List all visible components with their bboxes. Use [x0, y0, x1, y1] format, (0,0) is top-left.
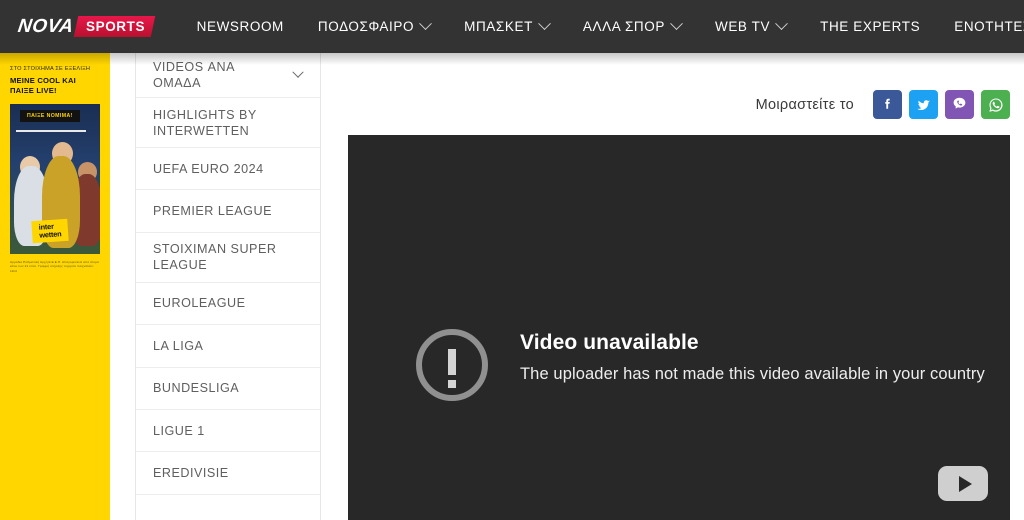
nav-item-the-experts[interactable]: THE EXPERTS: [803, 0, 937, 53]
video-player[interactable]: Video unavailable The uploader has not m…: [348, 135, 1010, 520]
nav-item-label: ΕΝΟΤΗΤΕΣ: [954, 19, 1024, 34]
nav-item-label: THE EXPERTS: [820, 19, 921, 34]
play-triangle-icon: [958, 475, 972, 492]
interwetten-logo: inter wetten: [31, 218, 69, 244]
ad-headline-small: ΣΤΟ ΣΤΟΙΧΗΜΑ ΣΕ ΕΞΕΛΙΞΗ: [10, 66, 91, 72]
ad-fineprint: Αρμόδια Ρυθμιστική Αρχή Ε.Ε.Ε.Π. Απαγορε…: [10, 260, 99, 273]
chevron-down-icon: [538, 17, 551, 31]
nav-item-podosfairo[interactable]: ΠΟΔΟΣΦΑΙΡΟ: [301, 0, 447, 53]
nav-item-label: ΜΠΑΣΚΕΤ: [464, 19, 533, 34]
sidebar-item-partial[interactable]: [136, 494, 320, 520]
nav-item-label: ΑΛΛΑ ΣΠΟΡ: [582, 19, 665, 34]
share-button-whatsapp[interactable]: [981, 90, 1010, 119]
nav-item-web-tv[interactable]: WEB TV: [698, 0, 803, 53]
sidebar-item-ligue-1[interactable]: LIGUE 1: [136, 409, 320, 453]
sidebar-item-bundesliga[interactable]: BUNDESLIGA: [136, 367, 320, 410]
facebook-icon: [885, 98, 890, 109]
share-row: Μοιραστείτε το: [756, 90, 1010, 119]
sidebar-item-label: PREMIER LEAGUE: [153, 204, 272, 219]
sidebar-category-menu: VIDEOS ΑΝΑ ΟΜΑΔΑ HIGHLIGHTS BY INTERWETT…: [135, 53, 321, 520]
sidebar-item-videos-ana-omada[interactable]: VIDEOS ΑΝΑ ΟΜΑΔΑ: [136, 53, 320, 98]
advertisement-banner-interwetten[interactable]: ΣΤΟ ΣΤΟΙΧΗΜΑ ΣΕ ΕΞΕΛΙΞΗ ΜΕΙΝΕ COOL ΚΑΙ Π…: [0, 53, 110, 520]
exclamation-circle-icon: [416, 329, 488, 401]
chevron-down-icon: [292, 66, 304, 78]
sidebar-item-label: HIGHLIGHTS BY INTERWETTEN: [153, 107, 257, 138]
chevron-down-icon: [775, 17, 788, 31]
sidebar-item-la-liga[interactable]: LA LIGA: [136, 325, 320, 368]
nav-item-newsroom[interactable]: NEWSROOM: [180, 0, 301, 53]
nav-item-label: WEB TV: [714, 19, 771, 34]
chevron-down-icon: [419, 17, 432, 31]
interwetten-logo-line2: wetten: [38, 229, 62, 240]
video-error-text: Video unavailable The uploader has not m…: [520, 325, 985, 384]
video-error-message: Video unavailable The uploader has not m…: [416, 325, 985, 401]
nav-item-label: NEWSROOM: [196, 19, 284, 34]
ad-photo-highlight: [16, 130, 86, 132]
sidebar-item-label: BUNDESLIGA: [153, 381, 240, 396]
nav-item-enotites[interactable]: ΕΝΟΤΗΤΕΣ: [937, 0, 1024, 53]
logo-text-sports: SPORTS: [86, 19, 146, 34]
sidebar-item-label: LIGUE 1: [153, 423, 205, 438]
video-error-subtitle: The uploader has not made this video ava…: [520, 365, 985, 383]
sidebar-item-label: EUROLEAGUE: [153, 296, 246, 311]
share-button-facebook[interactable]: [873, 90, 902, 119]
sidebar-item-label: UEFA EURO 2024: [153, 161, 264, 176]
main-content-area: Μοιραστείτε το Video unavailable The upl…: [321, 53, 1024, 520]
nav-items-list: NEWSROOM ΠΟΔΟΣΦΑΙΡΟ ΜΠΑΣΚΕΤ ΑΛΛΑ ΣΠΟΡ WE…: [180, 0, 1024, 53]
nav-item-basket[interactable]: ΜΠΑΣΚΕΤ: [447, 0, 566, 53]
share-button-viber[interactable]: [945, 90, 974, 119]
whatsapp-icon: [988, 97, 1003, 112]
sidebar-item-label: EREDIVISIE: [153, 466, 229, 481]
twitter-icon: [916, 99, 930, 110]
sidebar-item-highlights-by-interwetten[interactable]: HIGHLIGHTS BY INTERWETTEN: [136, 98, 320, 148]
top-navigation-bar: NOVA SPORTS NEWSROOM ΠΟΔΟΣΦΑΙΡΟ ΜΠΑΣΚΕΤ …: [0, 0, 1024, 53]
nav-item-alla-spor[interactable]: ΑΛΛΑ ΣΠΟΡ: [566, 0, 698, 53]
ad-legal-badge: ΠΑΙΞΕ ΝΟΜΙΜΑ!: [20, 110, 80, 122]
viber-icon: [953, 97, 966, 109]
exclamation-dot: [448, 380, 456, 388]
share-button-twitter[interactable]: [909, 90, 938, 119]
sidebar-item-euroleague[interactable]: EUROLEAGUE: [136, 282, 320, 326]
youtube-logo-button[interactable]: [938, 466, 988, 501]
sidebar-item-eredivisie[interactable]: EREDIVISIE: [136, 452, 320, 495]
sidebar-item-uefa-euro-2024[interactable]: UEFA EURO 2024: [136, 148, 320, 191]
nav-item-label: ΠΟΔΟΣΦΑΙΡΟ: [317, 19, 415, 34]
exclamation-bar: [448, 349, 456, 375]
ad-headline-bold: ΜΕΙΝΕ COOL ΚΑΙ ΠΑΙΞΕ LIVE!: [10, 76, 76, 95]
share-label: Μοιραστείτε το: [755, 96, 854, 113]
logo-badge-sports: SPORTS: [74, 16, 156, 37]
sidebar-item-stoiximan-super-league[interactable]: STOIXIMAN SUPER LEAGUE: [136, 232, 320, 283]
sidebar-item-premier-league[interactable]: PREMIER LEAGUE: [136, 190, 320, 233]
logo-text-nova: NOVA: [16, 15, 76, 37]
video-error-title: Video unavailable: [520, 331, 699, 354]
nova-sports-logo[interactable]: NOVA SPORTS: [16, 14, 156, 40]
sidebar-item-label: LA LIGA: [153, 338, 204, 353]
sidebar-item-label: VIDEOS ΑΝΑ ΟΜΑΔΑ: [153, 60, 235, 90]
ad-photo: ΠΑΙΞΕ ΝΟΜΙΜΑ! inter wetten: [10, 104, 100, 254]
chevron-down-icon: [670, 17, 683, 31]
sidebar-item-label: STOIXIMAN SUPER LEAGUE: [153, 242, 277, 273]
